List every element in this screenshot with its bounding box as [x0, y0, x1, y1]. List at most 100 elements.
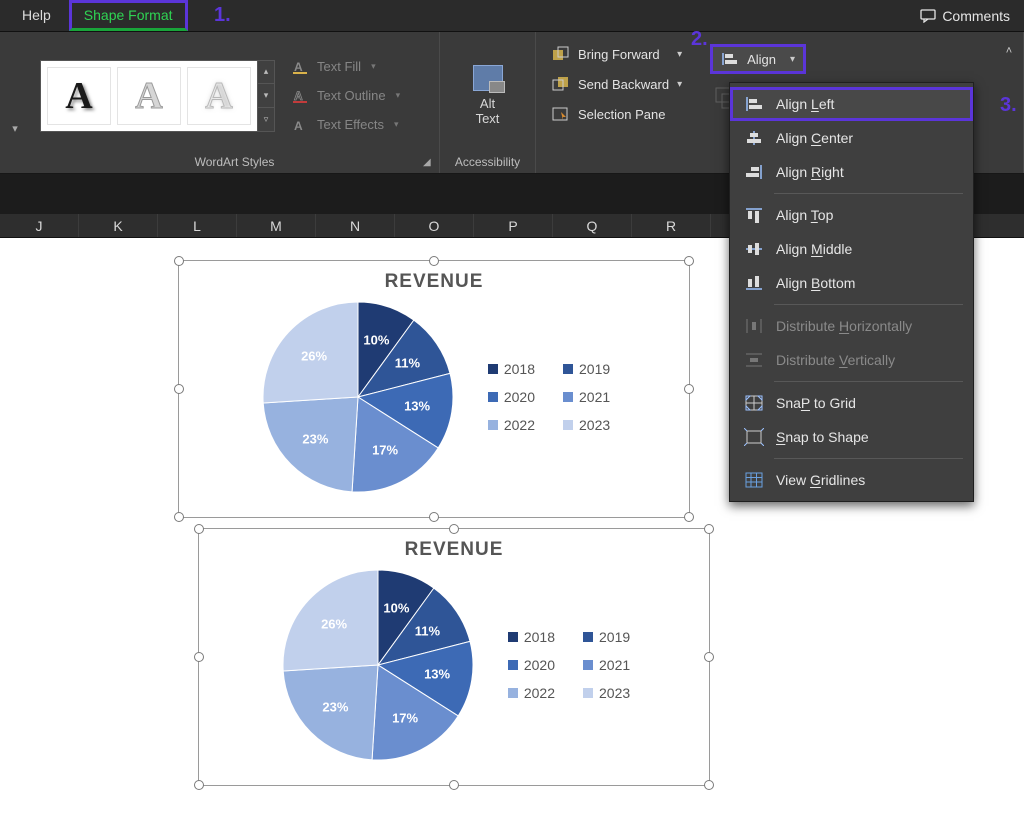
svg-text:A: A [294, 119, 303, 132]
chart-object-2[interactable]: REVENUE 10%11%13%17%23%26% 2018 2019 2020 202… [198, 528, 710, 786]
column-header-N[interactable]: N [316, 214, 395, 237]
legend-item[interactable]: 2023 [583, 685, 630, 701]
legend-swatch [563, 392, 573, 402]
alt-text-icon [473, 65, 503, 91]
column-header-K[interactable]: K [79, 214, 158, 237]
bring-forward-button[interactable]: Bring Forward▾ [546, 44, 688, 64]
legend-item[interactable]: 2018 [488, 361, 535, 377]
legend-item[interactable]: 2020 [508, 657, 555, 673]
comments-label: Comments [942, 8, 1010, 24]
column-header-J[interactable]: J [0, 214, 79, 237]
menu-align-top[interactable]: Align Top [730, 198, 973, 232]
legend-item[interactable]: 2023 [563, 417, 610, 433]
selection-handle-tr[interactable] [704, 524, 714, 534]
send-backward-button[interactable]: Send Backward▾ [546, 74, 688, 94]
selection-handle-ml[interactable] [194, 652, 204, 662]
legend-swatch [488, 420, 498, 430]
chart-object-1[interactable]: REVENUE 10%11%13%17%23%26% 2018 2019 2020 202… [178, 260, 690, 518]
legend-label: 2023 [579, 417, 610, 433]
legend-item[interactable]: 2020 [488, 389, 535, 405]
svg-text:A: A [294, 89, 303, 103]
wordart-gallery-spinner[interactable]: ▴ ▾ ▿ [257, 60, 275, 132]
text-outline-button[interactable]: A Text Outline▾ [293, 88, 400, 103]
legend-swatch [488, 364, 498, 374]
legend-item[interactable]: 2019 [583, 629, 630, 645]
legend-item[interactable]: 2021 [583, 657, 630, 673]
menu-align-center-label: Align Center [776, 130, 853, 146]
alt-text-button[interactable]: Alt Text [454, 65, 522, 127]
chart-title[interactable]: REVENUE [179, 271, 689, 293]
legend-swatch [508, 688, 518, 698]
ribbon-collapse-button[interactable]: ˄ [1000, 42, 1018, 60]
menu-snap-to-shape[interactable]: Snap to Shape [730, 420, 973, 454]
selection-pane-button[interactable]: Selection Pane [546, 104, 688, 124]
selection-handle-mr[interactable] [684, 384, 694, 394]
ribbon-prev-scroll[interactable]: ▾ [0, 32, 30, 173]
menu-align-bottom[interactable]: Align Bottom [730, 266, 973, 300]
menu-snap-to-grid[interactable]: SnaP to Grid [730, 386, 973, 420]
svg-text:A: A [294, 60, 303, 74]
selection-handle-tm[interactable] [429, 256, 439, 266]
legend-item[interactable]: 2022 [508, 685, 555, 701]
text-effects-icon: A [293, 118, 309, 132]
selection-handle-mr[interactable] [704, 652, 714, 662]
wordart-page-down[interactable]: ▾ [258, 84, 274, 108]
pie-plot[interactable]: 10%11%13%17%23%26% [278, 565, 478, 765]
legend-item[interactable]: 2018 [508, 629, 555, 645]
selection-handle-br[interactable] [704, 780, 714, 790]
selection-handle-bl[interactable] [194, 780, 204, 790]
wordart-style-2[interactable]: A [117, 67, 181, 125]
pie-plot[interactable]: 10%11%13%17%23%26% [258, 297, 458, 497]
comments-button[interactable]: Comments [914, 0, 1016, 31]
selection-handle-tr[interactable] [684, 256, 694, 266]
menu-view-gridlines[interactable]: View Gridlines [730, 463, 973, 497]
chart-legend[interactable]: 2018 2019 2020 2021 2022 2023 [488, 361, 610, 433]
menu-align-right[interactable]: Align Right [730, 155, 973, 189]
legend-item[interactable]: 2019 [563, 361, 610, 377]
column-header-O[interactable]: O [395, 214, 474, 237]
menu-align-middle[interactable]: Align Middle [730, 232, 973, 266]
column-header-L[interactable]: L [158, 214, 237, 237]
column-header-M[interactable]: M [237, 214, 316, 237]
menu-align-right-label: Align Right [776, 164, 844, 180]
menu-align-left[interactable]: Align Left [730, 87, 973, 121]
legend-label: 2018 [524, 629, 555, 645]
chart-legend[interactable]: 2018 2019 2020 2021 2022 2023 [508, 629, 630, 701]
tab-shape-format[interactable]: Shape Format [69, 0, 188, 31]
selection-handle-bl[interactable] [174, 512, 184, 522]
selection-handle-bm[interactable] [429, 512, 439, 522]
column-header-R[interactable]: R [632, 214, 711, 237]
wordart-group-label: WordArt Styles [40, 153, 429, 171]
selection-handle-tl[interactable] [194, 524, 204, 534]
wordart-gallery[interactable]: A A A [40, 60, 257, 132]
bring-forward-label: Bring Forward [578, 47, 660, 62]
menu-align-center[interactable]: Align Center [730, 121, 973, 155]
comment-icon [920, 9, 936, 23]
text-effects-button[interactable]: A Text Effects▾ [293, 117, 400, 132]
tab-help[interactable]: Help [8, 0, 65, 31]
wordart-style-3[interactable]: A [187, 67, 251, 125]
text-effects-label: Text Effects [317, 117, 384, 132]
wordart-dialog-launcher[interactable]: ◢ [423, 157, 437, 171]
wordart-gallery-expand[interactable]: ▿ [258, 108, 274, 131]
chart-title[interactable]: REVENUE [199, 539, 709, 561]
selection-handle-tl[interactable] [174, 256, 184, 266]
group-accessibility: Alt Text Accessibility [440, 32, 536, 173]
text-outline-label: Text Outline [317, 88, 386, 103]
legend-item[interactable]: 2022 [488, 417, 535, 433]
selection-handle-tm[interactable] [449, 524, 459, 534]
wordart-style-1[interactable]: A [47, 67, 111, 125]
wordart-page-up[interactable]: ▴ [258, 61, 274, 85]
column-header-Q[interactable]: Q [553, 214, 632, 237]
column-header-P[interactable]: P [474, 214, 553, 237]
selection-handle-ml[interactable] [174, 384, 184, 394]
annotation-1: 1. [214, 4, 231, 27]
selection-handle-bm[interactable] [449, 780, 459, 790]
menu-align-bottom-label: Align Bottom [776, 275, 855, 291]
legend-item[interactable]: 2021 [563, 389, 610, 405]
text-fill-button[interactable]: A Text Fill▾ [293, 59, 400, 74]
selection-handle-br[interactable] [684, 512, 694, 522]
legend-label: 2019 [599, 629, 630, 645]
alt-text-label-l2: Text [476, 112, 500, 127]
align-split-button[interactable]: Align▾ [710, 44, 806, 74]
